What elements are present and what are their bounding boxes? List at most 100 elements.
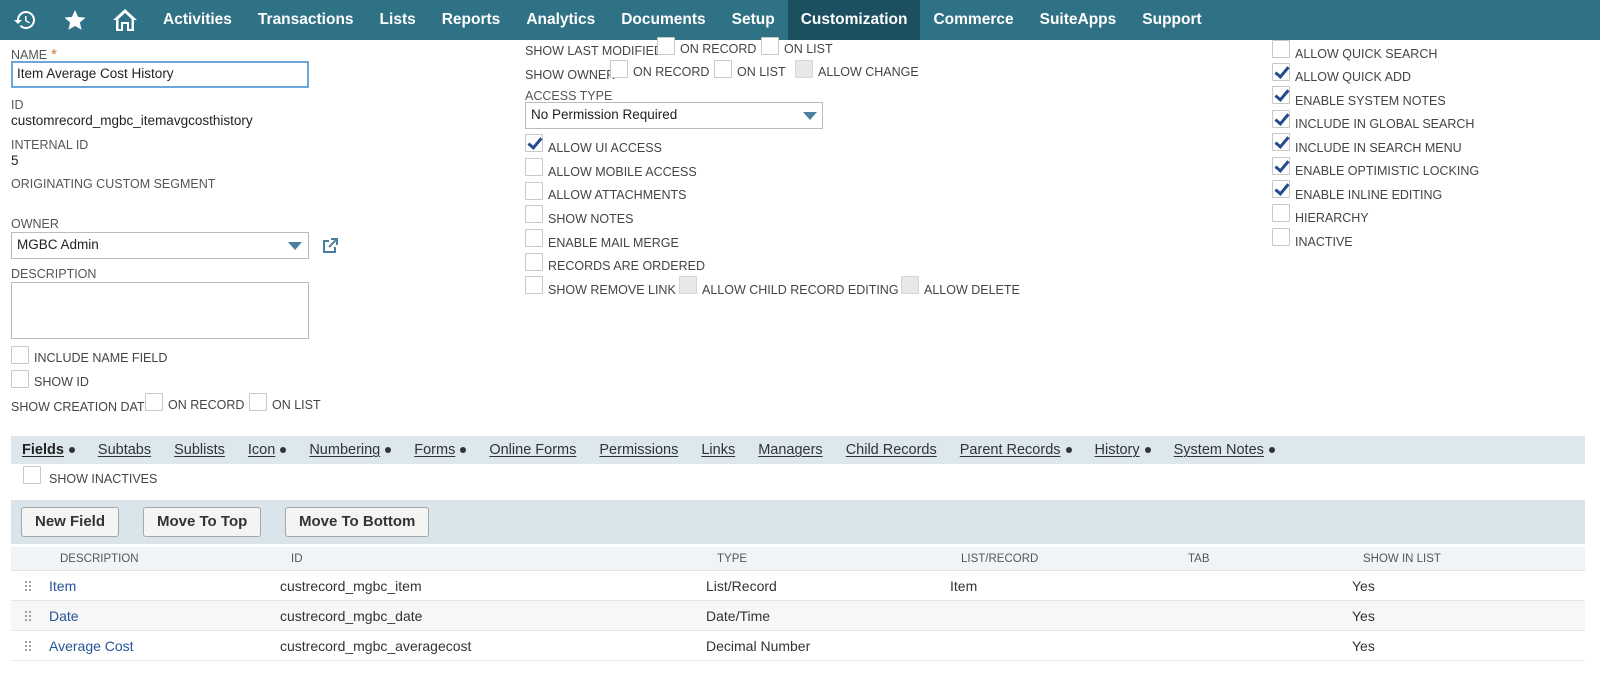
allow-change-checkbox[interactable] — [795, 60, 813, 78]
owner-select[interactable]: MGBC Admin — [11, 232, 309, 259]
enable-optimistic-locking-checkbox[interactable] — [1272, 157, 1290, 175]
creation-date-on-record-checkbox[interactable] — [145, 393, 163, 411]
tab-subtabs[interactable]: Subtabs — [98, 442, 151, 458]
nav-documents[interactable]: Documents — [608, 0, 718, 40]
nav-setup[interactable]: Setup — [719, 0, 788, 40]
nav-reports[interactable]: Reports — [429, 0, 514, 40]
column-header-type[interactable]: TYPE — [717, 553, 747, 565]
allow-child-record-editing-label: ALLOW CHILD RECORD EDITING — [702, 283, 899, 297]
row-show-in-list: Yes — [1352, 578, 1375, 594]
tab-system-notes[interactable]: System Notes — [1174, 442, 1275, 458]
move-to-top-button[interactable]: Move To Top — [143, 507, 262, 537]
column-header-tab[interactable]: TAB — [1188, 553, 1210, 565]
drag-handle-icon[interactable] — [24, 580, 32, 592]
nav-support[interactable]: Support — [1129, 0, 1214, 40]
tab-child-records[interactable]: Child Records — [846, 442, 937, 458]
nav-activities[interactable]: Activities — [150, 0, 245, 40]
enable-system-notes-checkbox[interactable] — [1272, 86, 1290, 104]
name-input[interactable]: Item Average Cost History — [11, 61, 309, 88]
show-id-checkbox[interactable] — [11, 370, 29, 388]
tab-forms[interactable]: Forms — [414, 442, 467, 458]
allow-child-record-editing-checkbox[interactable] — [679, 276, 697, 294]
creation-date-on-list-checkbox[interactable] — [249, 393, 267, 411]
nav-customization[interactable]: Customization — [787, 0, 921, 40]
internal-id-label: INTERNAL ID — [11, 138, 89, 152]
column-header-id[interactable]: ID — [291, 553, 303, 565]
owner-on-list-checkbox[interactable] — [714, 60, 732, 78]
allow-mobile-access-checkbox[interactable] — [525, 158, 543, 176]
enable-inline-editing-checkbox[interactable] — [1272, 180, 1290, 198]
allow-quick-add-label: ALLOW QUICK ADD — [1295, 70, 1411, 84]
last-modified-on-list-checkbox[interactable] — [761, 37, 779, 55]
show-inactives-checkbox[interactable] — [23, 466, 41, 484]
tab-parent-records[interactable]: Parent Records — [960, 442, 1072, 458]
move-to-bottom-button[interactable]: Move To Bottom — [285, 507, 430, 537]
column-header-description[interactable]: DESCRIPTION — [60, 553, 139, 565]
tab-history[interactable]: History — [1095, 442, 1151, 458]
table-row[interactable]: Item custrecord_mgbc_item List/Record It… — [11, 571, 1585, 601]
drag-handle-icon[interactable] — [24, 610, 32, 622]
include-in-global-search-checkbox[interactable] — [1272, 110, 1290, 128]
tab-online-forms[interactable]: Online Forms — [489, 442, 576, 458]
originating-segment-label: ORIGINATING CUSTOM SEGMENT — [11, 177, 216, 191]
creation-date-on-list-label: ON LIST — [272, 398, 321, 412]
fields-tab-panel: SHOW INACTIVES — [11, 464, 1585, 500]
row-type: List/Record — [706, 578, 777, 594]
tab-has-content-indicator — [385, 447, 392, 454]
description-textarea[interactable] — [11, 282, 309, 339]
nav-suiteapps[interactable]: SuiteApps — [1027, 0, 1130, 40]
nav-commerce[interactable]: Commerce — [920, 0, 1026, 40]
allow-ui-access-label: ALLOW UI ACCESS — [548, 141, 662, 155]
nav-lists[interactable]: Lists — [367, 0, 429, 40]
tab-fields[interactable]: Fields — [22, 442, 75, 458]
allow-quick-search-checkbox[interactable] — [1272, 40, 1290, 58]
enable-system-notes-label: ENABLE SYSTEM NOTES — [1295, 94, 1446, 108]
column-header-show-in-list[interactable]: SHOW IN LIST — [1363, 553, 1441, 565]
show-remove-link-checkbox[interactable] — [525, 276, 543, 294]
show-notes-checkbox[interactable] — [525, 205, 543, 223]
creation-date-on-record-label: ON RECORD — [168, 398, 245, 412]
row-description-link[interactable]: Date — [49, 608, 79, 624]
tab-icon[interactable]: Icon — [248, 442, 287, 458]
home-icon[interactable] — [100, 0, 150, 40]
records-are-ordered-checkbox[interactable] — [525, 253, 543, 271]
favorites-star-icon[interactable] — [50, 0, 100, 40]
recent-records-icon[interactable] — [0, 0, 50, 40]
allow-quick-add-checkbox[interactable] — [1272, 63, 1290, 81]
inactive-checkbox[interactable] — [1272, 228, 1290, 246]
table-header: DESCRIPTION ID TYPE LIST/RECORD TAB SHOW… — [11, 547, 1585, 571]
tab-links[interactable]: Links — [701, 442, 735, 458]
fields-toolbar: New Field Move To Top Move To Bottom — [11, 500, 1585, 544]
new-field-button[interactable]: New Field — [21, 507, 120, 537]
row-description-link[interactable]: Item — [49, 578, 76, 594]
enable-inline-editing-label: ENABLE INLINE EDITING — [1295, 188, 1443, 202]
table-row[interactable]: Date custrecord_mgbc_date Date/Time Yes — [11, 601, 1585, 631]
last-modified-on-list-label: ON LIST — [784, 42, 833, 56]
access-type-dropdown-arrow-icon[interactable] — [803, 112, 817, 120]
nav-transactions[interactable]: Transactions — [245, 0, 367, 40]
enable-mail-merge-checkbox[interactable] — [525, 229, 543, 247]
tab-sublists[interactable]: Sublists — [174, 442, 225, 458]
column-header-list-record[interactable]: LIST/RECORD — [961, 553, 1038, 565]
nav-analytics[interactable]: Analytics — [513, 0, 608, 40]
internal-id-value: 5 — [11, 153, 19, 168]
allow-ui-access-checkbox[interactable] — [525, 134, 543, 152]
allow-delete-checkbox[interactable] — [901, 276, 919, 294]
allow-attachments-checkbox[interactable] — [525, 182, 543, 200]
fields-table: DESCRIPTION ID TYPE LIST/RECORD TAB SHOW… — [11, 547, 1585, 661]
tab-permissions[interactable]: Permissions — [599, 442, 678, 458]
drag-handle-icon[interactable] — [24, 640, 32, 652]
open-external-icon[interactable] — [320, 236, 340, 256]
tab-managers[interactable]: Managers — [758, 442, 822, 458]
owner-on-record-checkbox[interactable] — [610, 60, 628, 78]
include-name-field-checkbox[interactable] — [11, 346, 29, 364]
access-type-select[interactable]: No Permission Required — [525, 102, 823, 129]
tab-numbering[interactable]: Numbering — [309, 442, 392, 458]
id-label: ID — [11, 98, 24, 112]
table-row[interactable]: Average Cost custrecord_mgbc_averagecost… — [11, 631, 1585, 661]
include-in-search-menu-checkbox[interactable] — [1272, 133, 1290, 151]
row-description-link[interactable]: Average Cost — [49, 638, 134, 654]
last-modified-on-record-checkbox[interactable] — [657, 37, 675, 55]
hierarchy-checkbox[interactable] — [1272, 204, 1290, 222]
owner-dropdown-arrow-icon[interactable] — [288, 242, 302, 250]
